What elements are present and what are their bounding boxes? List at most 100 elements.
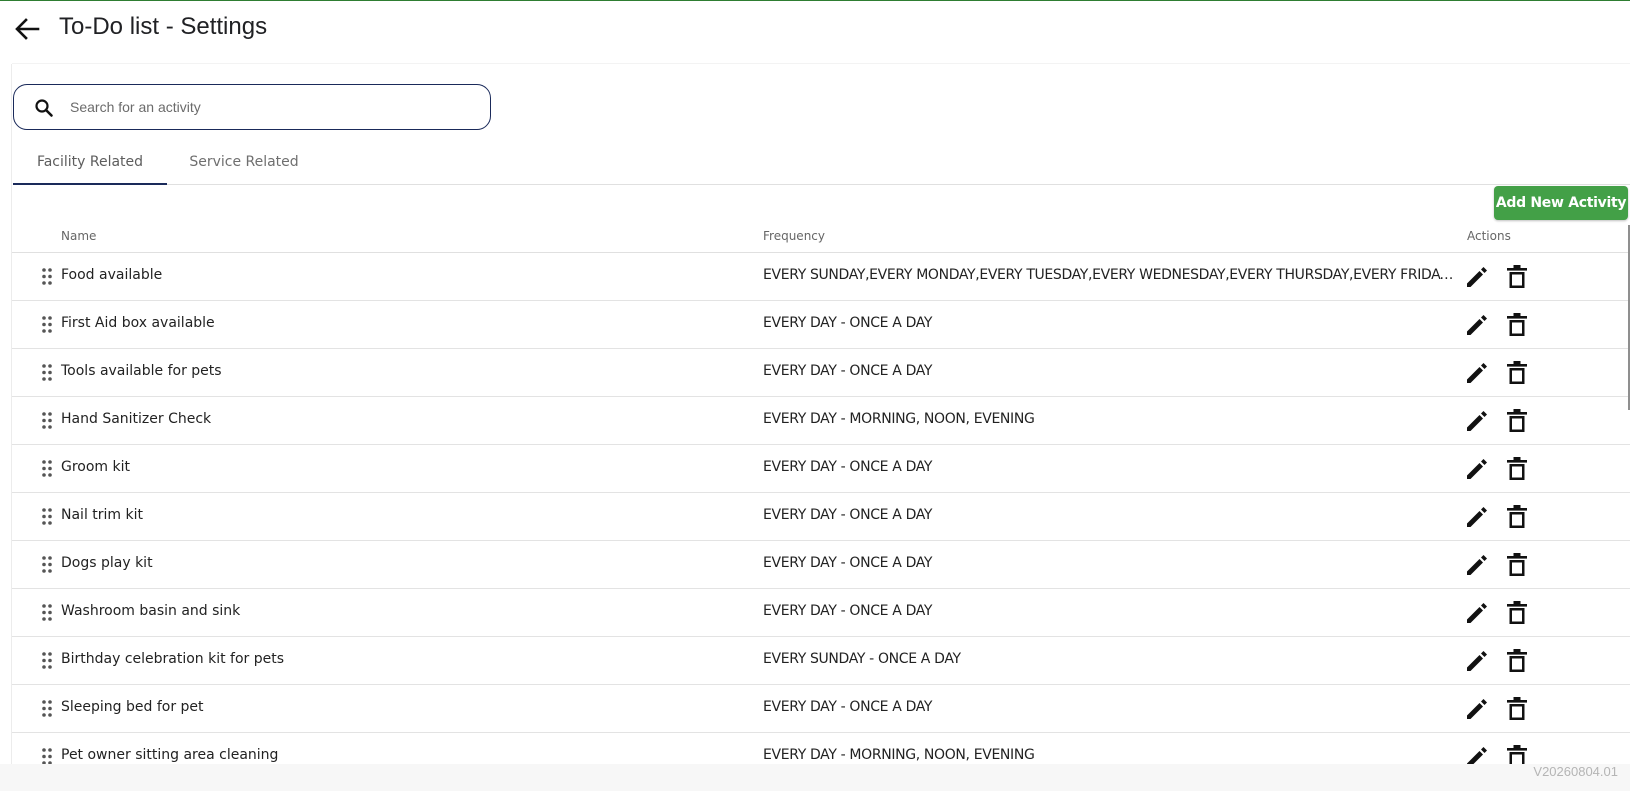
column-header-actions: Actions xyxy=(1467,229,1511,243)
drag-handle-icon[interactable] xyxy=(42,364,52,381)
drag-handle-icon[interactable] xyxy=(42,652,52,669)
trash-icon xyxy=(1506,553,1528,582)
cell-name: Dogs play kit xyxy=(61,555,153,571)
delete-button[interactable] xyxy=(1506,648,1528,674)
delete-button[interactable] xyxy=(1506,552,1528,578)
drag-handle-icon[interactable] xyxy=(42,316,52,333)
page-title: To-Do list - Settings xyxy=(59,13,268,40)
edit-button[interactable] xyxy=(1464,456,1490,482)
delete-button[interactable] xyxy=(1506,744,1528,764)
pencil-icon xyxy=(1464,315,1490,342)
drag-handle-icon[interactable] xyxy=(42,556,52,573)
delete-button[interactable] xyxy=(1506,504,1528,530)
cell-name: Hand Sanitizer Check xyxy=(61,411,212,427)
search-input[interactable] xyxy=(70,93,470,121)
drag-handle-icon[interactable] xyxy=(42,604,52,621)
trash-icon xyxy=(1506,649,1528,678)
bottom-bar xyxy=(0,764,1630,791)
cell-frequency: EVERY DAY - ONCE A DAY xyxy=(763,459,933,475)
delete-button[interactable] xyxy=(1506,696,1528,722)
add-new-activity-button[interactable]: Add New Activity xyxy=(1494,186,1628,220)
cell-frequency: EVERY DAY - ONCE A DAY xyxy=(763,363,933,379)
trash-icon xyxy=(1506,361,1528,390)
cell-frequency: EVERY SUNDAY,EVERY MONDAY,EVERY TUESDAY,… xyxy=(763,267,1461,283)
drag-handle-icon[interactable] xyxy=(42,508,52,525)
table-row: Dogs play kit EVERY DAY - ONCE A DAY xyxy=(12,541,1630,589)
search-icon xyxy=(35,99,53,117)
delete-button[interactable] xyxy=(1506,264,1528,290)
trash-icon xyxy=(1506,265,1528,294)
drag-handle-icon[interactable] xyxy=(42,460,52,477)
edit-button[interactable] xyxy=(1464,360,1490,386)
trash-icon xyxy=(1506,601,1528,630)
drag-handle-icon[interactable] xyxy=(42,268,52,285)
tab-service-related[interactable]: Service Related xyxy=(167,140,321,184)
tab-label: Facility Related xyxy=(36,154,144,170)
drag-handle-icon[interactable] xyxy=(42,748,52,764)
back-button[interactable] xyxy=(12,15,42,43)
cell-frequency: EVERY DAY - MORNING, NOON, EVENING xyxy=(763,747,1035,763)
trash-icon xyxy=(1506,697,1528,726)
trash-icon xyxy=(1506,409,1528,438)
table-row: Hand Sanitizer Check EVERY DAY - MORNING,… xyxy=(12,397,1630,445)
edit-button[interactable] xyxy=(1464,504,1490,530)
table-row: Pet owner sitting area cleaning EVERY DAY… xyxy=(12,733,1630,764)
cell-name: Birthday celebration kit for pets xyxy=(61,651,285,667)
pencil-icon xyxy=(1464,363,1490,390)
table-row: Birthday celebration kit for pets EVERY S… xyxy=(12,637,1630,685)
edit-button[interactable] xyxy=(1464,408,1490,434)
table-header: Name Frequency Actions xyxy=(12,224,1630,253)
cell-frequency: EVERY DAY - MORNING, NOON, EVENING xyxy=(763,411,1035,427)
cell-frequency: EVERY DAY - ONCE A DAY xyxy=(763,315,933,331)
column-header-frequency: Frequency xyxy=(763,229,825,243)
tab-label: Service Related xyxy=(189,154,299,170)
delete-button[interactable] xyxy=(1506,360,1528,386)
cell-name: Sleeping bed for pet xyxy=(61,699,204,715)
edit-button[interactable] xyxy=(1464,552,1490,578)
edit-button[interactable] xyxy=(1464,648,1490,674)
arrow-back-icon xyxy=(15,18,40,40)
cell-name: Food available xyxy=(61,267,163,283)
cell-frequency: EVERY DAY - ONCE A DAY xyxy=(763,507,933,523)
pencil-icon xyxy=(1464,507,1490,534)
edit-button[interactable] xyxy=(1464,264,1490,290)
pencil-icon xyxy=(1464,267,1490,294)
activities-table: Name Frequency Actions Food available EVE… xyxy=(12,224,1630,764)
tab-bar: Facility Related Service Related xyxy=(13,140,1630,185)
drag-handle-icon[interactable] xyxy=(42,412,52,429)
pencil-icon xyxy=(1464,603,1490,630)
trash-icon xyxy=(1506,505,1528,534)
table-row: Sleeping bed for pet EVERY DAY - ONCE A D… xyxy=(12,685,1630,733)
settings-panel: Facility Related Service Related Add New… xyxy=(12,64,1630,764)
delete-button[interactable] xyxy=(1506,456,1528,482)
pencil-icon xyxy=(1464,651,1490,678)
drag-handle-icon[interactable] xyxy=(42,700,52,717)
table-row: First Aid box available EVERY DAY - ONCE … xyxy=(12,301,1630,349)
edit-button[interactable] xyxy=(1464,312,1490,338)
column-header-name: Name xyxy=(61,229,97,243)
delete-button[interactable] xyxy=(1506,312,1528,338)
edit-button[interactable] xyxy=(1464,600,1490,626)
table-row: Nail trim kit EVERY DAY - ONCE A DAY xyxy=(12,493,1630,541)
delete-button[interactable] xyxy=(1506,600,1528,626)
cell-frequency: EVERY DAY - ONCE A DAY xyxy=(763,699,933,715)
cell-name: Washroom basin and sink xyxy=(61,603,241,619)
edit-button[interactable] xyxy=(1464,744,1490,764)
cell-frequency: EVERY DAY - ONCE A DAY xyxy=(763,603,933,619)
table-row: Tools available for pets EVERY DAY - ONCE… xyxy=(12,349,1630,397)
trash-icon xyxy=(1506,457,1528,486)
table-row: Food available EVERY SUNDAY,EVERY MONDAY,… xyxy=(12,253,1630,301)
pencil-icon xyxy=(1464,459,1490,486)
cell-name: Tools available for pets xyxy=(61,363,222,379)
cell-name: Pet owner sitting area cleaning xyxy=(61,747,279,763)
tab-facility-related[interactable]: Facility Related xyxy=(13,140,167,185)
delete-button[interactable] xyxy=(1506,408,1528,434)
pencil-icon xyxy=(1464,555,1490,582)
trash-icon xyxy=(1506,313,1528,342)
app-header: To-Do list - Settings xyxy=(0,1,1630,57)
table-body: Food available EVERY SUNDAY,EVERY MONDAY,… xyxy=(12,253,1630,764)
edit-button[interactable] xyxy=(1464,696,1490,722)
version-label: V20260804.01 xyxy=(1533,764,1618,779)
cell-name: Nail trim kit xyxy=(61,507,143,523)
table-row: Groom kit EVERY DAY - ONCE A DAY xyxy=(12,445,1630,493)
